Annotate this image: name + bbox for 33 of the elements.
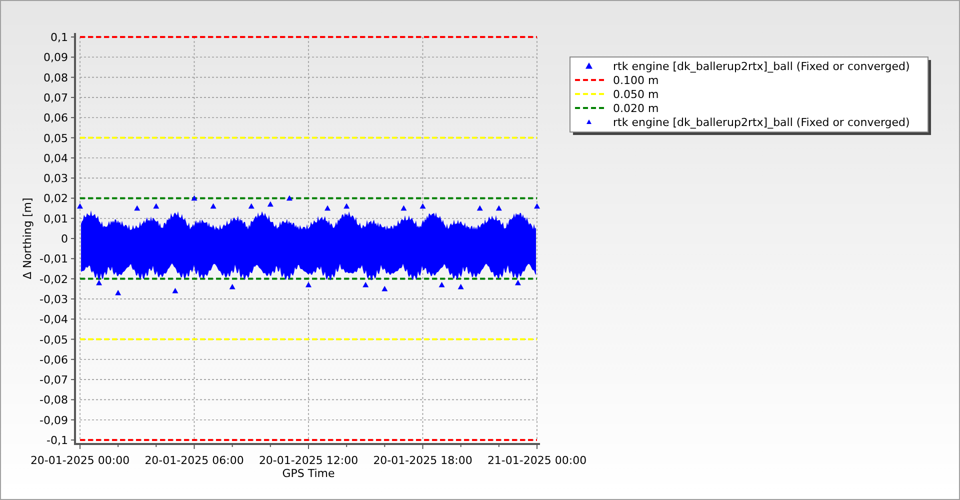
y-tick-label: -0,08 [40, 394, 68, 407]
y-tick-label: -0,06 [40, 353, 68, 366]
x-tick-label: 20-01-2025 12:00 [258, 454, 358, 467]
x-tick-label: 20-01-2025 18:00 [373, 454, 472, 467]
y-tick-label: 0,09 [44, 51, 68, 64]
legend-label: 0.050 m [613, 88, 659, 101]
x-tick-label: 20-01-2025 00:00 [30, 454, 130, 467]
y-tick-label: 0,01 [44, 212, 68, 226]
legend-label: rtk engine [dk_ballerup2rtx]_ball (Fixed or converged) [613, 116, 910, 129]
y-tick-label: 0,1 [50, 31, 68, 44]
y-axis-title: Δ Northing [m] [21, 198, 34, 280]
x-tick-label: 21-01-2025 00:00 [487, 454, 587, 467]
y-tick-label: 0,06 [44, 112, 68, 125]
y-tick-label: -0,01 [40, 252, 68, 266]
y-tick-label: -0,03 [40, 292, 68, 306]
y-tick-label: 0 [61, 232, 68, 246]
legend-label: rtk engine [dk_ballerup2rtx]_ball (Fixed or converged) [613, 60, 910, 73]
y-tick-label: 0,08 [44, 71, 68, 84]
y-tick-label: 0,04 [44, 152, 68, 165]
y-tick-label: 0,02 [44, 192, 68, 206]
y-tick-label: -0,07 [40, 374, 68, 387]
y-tick-label: 0,07 [44, 91, 68, 104]
y-tick-label: 0,05 [44, 132, 68, 145]
y-tick-label: -0,04 [40, 313, 68, 326]
legend-label: 0.020 m [613, 102, 659, 115]
y-tick-label: 0,03 [44, 172, 68, 186]
y-tick-label: -0,05 [40, 333, 68, 346]
y-tick-label: -0,02 [40, 272, 68, 286]
x-axis-title: GPS Time [282, 467, 335, 480]
y-tick-label: -0,09 [40, 414, 68, 427]
legend-label: 0.100 m [613, 74, 659, 87]
x-tick-label: 20-01-2025 06:00 [144, 454, 244, 467]
y-tick-label: -0,1 [46, 434, 68, 447]
